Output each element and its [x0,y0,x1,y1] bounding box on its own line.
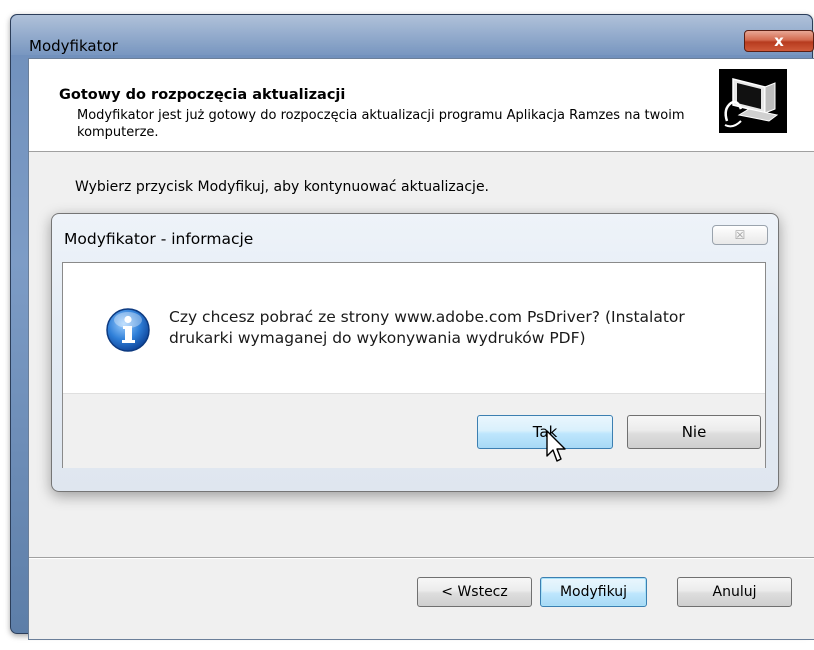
window-title: Modyfikator [29,37,118,55]
information-icon [106,308,150,352]
info-dialog: Modyfikator - informacje ☒ Czy chcesz po… [51,213,779,492]
close-icon: x [774,32,784,50]
mouse-cursor-icon [546,430,566,462]
dialog-button-bar: Tak Nie [63,393,765,468]
wizard-client-area: Gotowy do rozpoczęcia aktualizacji Modyf… [28,58,814,640]
close-icon: ☒ [734,228,746,242]
yes-button[interactable]: Tak [477,415,613,449]
wizard-header: Gotowy do rozpoczęcia aktualizacji Modyf… [29,59,814,152]
dialog-message: Czy chcesz pobrać ze strony www.adobe.co… [169,308,685,347]
computer-install-icon [719,69,787,133]
footer-separator [29,557,814,559]
dialog-close-button[interactable]: ☒ [712,225,768,245]
dialog-message-area: Czy chcesz pobrać ze strony www.adobe.co… [63,263,765,393]
back-button[interactable]: < Wstecz [417,577,532,607]
instruction-text: Wybierz przycisk Modyfikuj, aby kontynuo… [75,179,490,195]
header-subtitle: Modyfikator jest już gotowy do rozpoczęc… [77,108,685,140]
no-button[interactable]: Nie [627,415,761,449]
cancel-button[interactable]: Anuluj [677,577,792,607]
header-title: Gotowy do rozpoczęcia aktualizacji [59,87,346,103]
dialog-title: Modyfikator - informacje [64,230,254,248]
dialog-body: Czy chcesz pobrać ze strony www.adobe.co… [62,262,766,468]
window-close-button[interactable]: x [744,30,814,52]
modify-button[interactable]: Modyfikuj [540,577,647,607]
